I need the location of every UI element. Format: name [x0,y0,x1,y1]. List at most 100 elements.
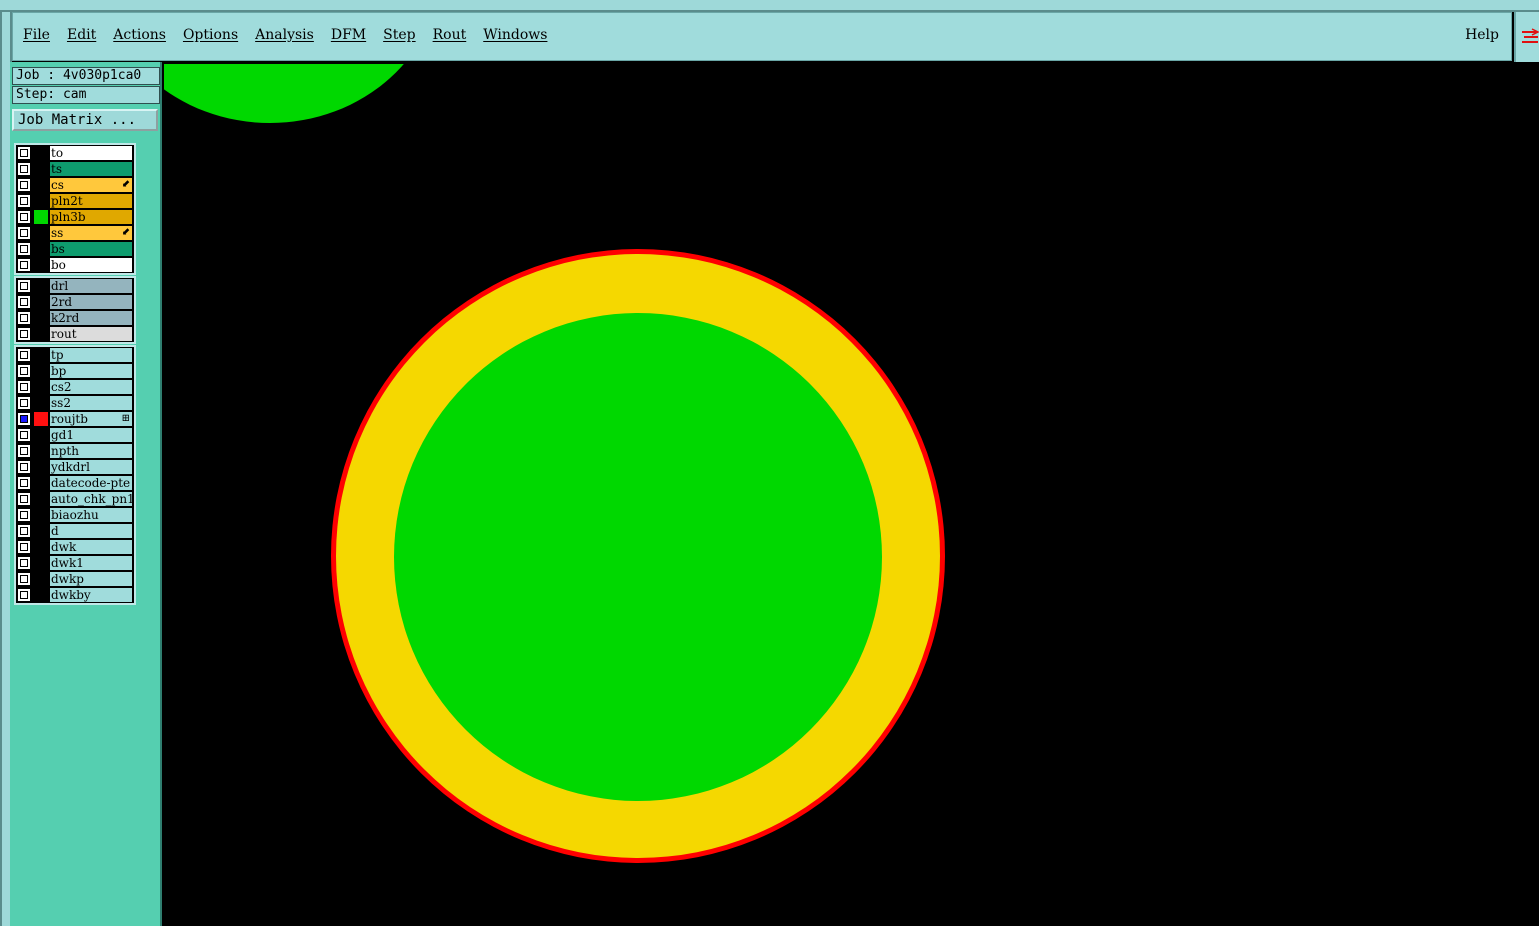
layer-row-roujtb[interactable]: roujtb ⊞ [16,411,134,427]
layer-row-dwk[interactable]: dwk [16,539,134,555]
graphics-canvas[interactable] [164,64,1539,926]
layer-name[interactable]: dwk1 [50,556,132,570]
layer-color-swatch[interactable] [34,348,48,362]
menu-help[interactable]: Help [1465,27,1499,43]
layer-color-swatch[interactable] [34,572,48,586]
layer-row-ss[interactable]: ss ⬋ [16,225,134,241]
layer-name[interactable]: npth [50,444,132,458]
layer-row-pln3b[interactable]: pln3b [16,209,134,225]
layer-name[interactable]: dwk [50,540,132,554]
layer-checkbox[interactable] [18,365,30,377]
menu-file[interactable]: File [23,27,50,43]
layer-row-to[interactable]: to [16,145,134,161]
layer-name[interactable]: pln3b [50,210,132,224]
layer-name[interactable]: auto_chk_pn1 [50,492,132,506]
layer-checkbox[interactable] [18,349,30,361]
layer-color-swatch[interactable] [34,508,48,522]
layer-row-tp[interactable]: tp [16,347,134,363]
layer-checkbox[interactable] [18,397,30,409]
menu-edit[interactable]: Edit [67,27,96,43]
layer-checkbox[interactable] [18,280,30,292]
layer-color-swatch[interactable] [34,428,48,442]
layer-row-ss2[interactable]: ss2 [16,395,134,411]
layer-row-dwkby[interactable]: dwkby [16,587,134,603]
layer-color-swatch[interactable] [34,492,48,506]
layer-row-gd1[interactable]: gd1 [16,427,134,443]
layer-row-auto_chk_pn1[interactable]: auto_chk_pn1 [16,491,134,507]
layer-color-swatch[interactable] [34,476,48,490]
layer-name[interactable]: datecode-pte [50,476,132,490]
job-matrix-button[interactable]: Job Matrix ... [12,109,158,131]
layer-name[interactable]: gd1 [50,428,132,442]
layer-name[interactable]: roujtb ⊞ [50,412,132,426]
layer-color-swatch[interactable] [34,210,48,224]
layer-checkbox[interactable] [18,589,30,601]
layer-checkbox[interactable] [18,312,30,324]
layer-checkbox[interactable] [18,477,30,489]
layer-name[interactable]: drl [50,279,132,293]
layer-name[interactable]: ss ⬋ [50,226,132,240]
layer-checkbox[interactable] [18,195,30,207]
layer-color-swatch[interactable] [34,524,48,538]
layer-checkbox[interactable] [18,413,30,425]
layer-color-swatch[interactable] [34,258,48,272]
layer-name[interactable]: cs2 [50,380,132,394]
layer-name[interactable]: bo [50,258,132,272]
layer-checkbox[interactable] [18,211,30,223]
layer-name[interactable]: bp [50,364,132,378]
menu-analysis[interactable]: Analysis [255,27,314,43]
layer-row-npth[interactable]: npth [16,443,134,459]
layer-color-swatch[interactable] [34,162,48,176]
layer-checkbox[interactable] [18,525,30,537]
layer-row-pln2t[interactable]: pln2t [16,193,134,209]
menu-rout[interactable]: Rout [433,27,467,43]
layer-name[interactable]: rout [50,327,132,341]
layer-checkbox[interactable] [18,259,30,271]
layer-checkbox[interactable] [18,381,30,393]
layer-name[interactable]: dwkp [50,572,132,586]
layer-row-2rd[interactable]: 2rd [16,294,134,310]
layer-row-drl[interactable]: drl [16,278,134,294]
layer-color-swatch[interactable] [34,327,48,341]
layer-color-swatch[interactable] [34,194,48,208]
layer-color-swatch[interactable] [34,146,48,160]
layer-checkbox[interactable] [18,328,30,340]
layer-color-swatch[interactable] [34,242,48,256]
menu-dfm[interactable]: DFM [331,27,366,43]
layer-row-ts[interactable]: ts [16,161,134,177]
layer-color-swatch[interactable] [34,412,48,426]
layer-color-swatch[interactable] [34,364,48,378]
layer-checkbox[interactable] [18,296,30,308]
layer-name[interactable]: ts [50,162,132,176]
layer-row-bo[interactable]: bo [16,257,134,273]
layer-checkbox[interactable] [18,541,30,553]
layer-checkbox[interactable] [18,573,30,585]
layer-row-dwk1[interactable]: dwk1 [16,555,134,571]
layer-row-d[interactable]: d [16,523,134,539]
layer-row-bs[interactable]: bs [16,241,134,257]
layer-color-swatch[interactable] [34,279,48,293]
layer-checkbox[interactable] [18,147,30,159]
layer-name[interactable]: to [50,146,132,160]
layer-name[interactable]: dwkby [50,588,132,602]
layer-color-swatch[interactable] [34,396,48,410]
layer-color-swatch[interactable] [34,540,48,554]
layer-checkbox[interactable] [18,163,30,175]
layer-checkbox[interactable] [18,509,30,521]
layer-color-swatch[interactable] [34,556,48,570]
layer-row-ydkdrl[interactable]: ydkdrl [16,459,134,475]
menu-options[interactable]: Options [183,27,238,43]
layer-checkbox[interactable] [18,557,30,569]
layer-name[interactable]: 2rd [50,295,132,309]
layer-color-swatch[interactable] [34,178,48,192]
menu-windows[interactable]: Windows [483,27,547,43]
layer-checkbox[interactable] [18,243,30,255]
layer-name[interactable]: d [50,524,132,538]
layer-checkbox[interactable] [18,493,30,505]
layer-row-dwkp[interactable]: dwkp [16,571,134,587]
layer-color-swatch[interactable] [34,311,48,325]
layer-color-swatch[interactable] [34,226,48,240]
layer-name[interactable]: tp [50,348,132,362]
layer-name[interactable]: k2rd [50,311,132,325]
layer-row-k2rd[interactable]: k2rd [16,310,134,326]
